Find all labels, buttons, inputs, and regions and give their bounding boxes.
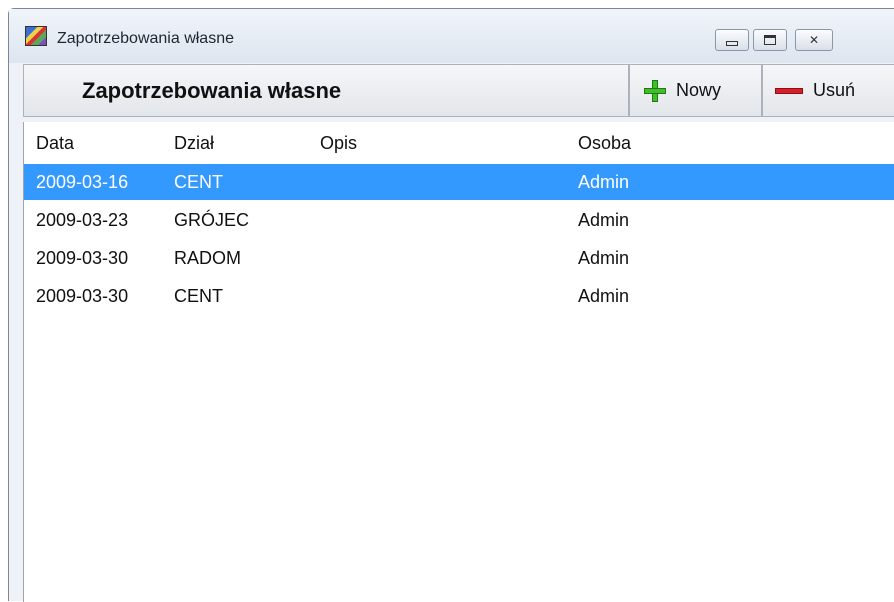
minimize-button[interactable]: [715, 29, 749, 51]
cell-department: CENT: [174, 286, 223, 306]
app-icon[interactable]: [25, 26, 47, 46]
maximize-icon: [764, 35, 776, 45]
cell-date: 2009-03-30: [36, 248, 129, 268]
requisitions-table: Data Dział Opis Osoba 2009-03-16 CENT Ad…: [23, 122, 894, 602]
section-title: Zapotrzebowania własne: [23, 64, 629, 117]
table-row[interactable]: 2009-03-23 GRÓJEC Admin: [24, 202, 894, 238]
cell-date: 2009-03-16: [36, 172, 129, 192]
cell-department: RADOM: [174, 248, 241, 268]
column-header-department[interactable]: Dział: [174, 133, 214, 154]
app-window: Zapotrzebowania własne ✕ Zapotrzebowania…: [8, 8, 894, 602]
cell-person: Admin: [578, 248, 630, 268]
close-icon: ✕: [808, 33, 820, 47]
delete-button-label: Usuń: [813, 80, 856, 100]
cell-department: CENT: [174, 172, 223, 192]
cell-date: 2009-03-30: [36, 286, 129, 306]
title-bar[interactable]: Zapotrzebowania własne ✕: [9, 9, 894, 63]
close-button[interactable]: ✕: [795, 29, 833, 51]
cell-person: Admin: [578, 210, 630, 230]
cell-date: 2009-03-23: [36, 210, 129, 230]
cell-department: GRÓJEC: [174, 210, 250, 230]
minus-icon: [775, 87, 803, 94]
toolbar: Zapotrzebowania własne Nowy Usuń: [23, 64, 894, 120]
table-row[interactable]: 2009-03-30 CENT Admin: [24, 278, 894, 314]
column-header-person[interactable]: Osoba: [578, 133, 631, 154]
table-header: Data Dział Opis Osoba: [24, 122, 894, 164]
cell-person: Admin: [578, 172, 630, 192]
maximize-button[interactable]: [753, 29, 787, 51]
minimize-icon: [726, 40, 738, 46]
new-button-label: Nowy: [676, 80, 722, 100]
column-header-description[interactable]: Opis: [320, 133, 357, 154]
plus-icon: [644, 79, 666, 102]
table-row[interactable]: 2009-03-16 CENT Admin: [24, 164, 894, 200]
delete-button[interactable]: Usuń: [762, 64, 894, 117]
window-title: Zapotrzebowania własne: [57, 30, 234, 47]
table-row[interactable]: 2009-03-30 RADOM Admin: [24, 240, 894, 276]
new-button[interactable]: Nowy: [629, 64, 762, 117]
cell-person: Admin: [578, 286, 630, 306]
column-header-date[interactable]: Data: [36, 133, 74, 154]
